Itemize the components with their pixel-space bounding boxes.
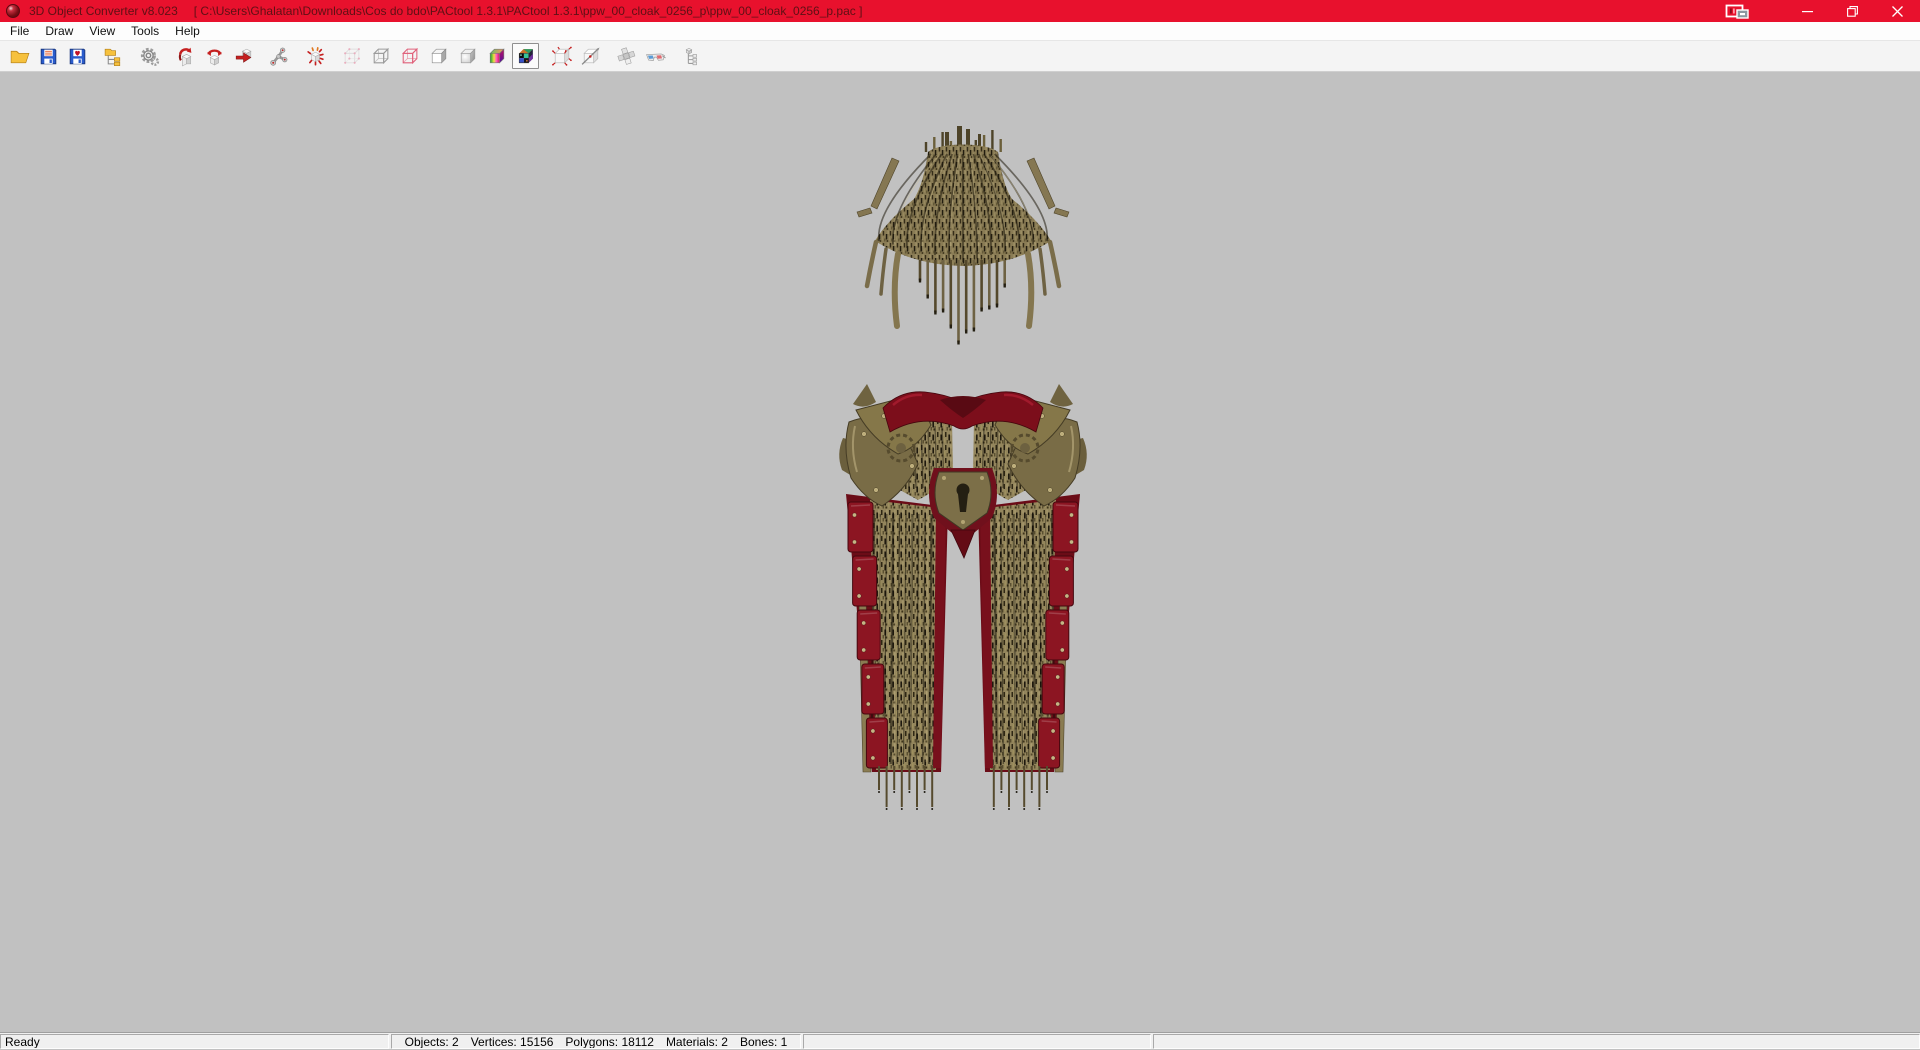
toolbar-show-axes-button[interactable] (577, 43, 604, 69)
unfolded-cube-icon (616, 46, 637, 67)
minimize-button[interactable] (1785, 0, 1830, 22)
flat-cube-icon (428, 46, 449, 67)
close-button[interactable] (1875, 0, 1920, 22)
menu-file[interactable]: File (2, 23, 37, 39)
menu-draw[interactable]: Draw (37, 23, 81, 39)
status-metric-polygons: Polygons: 18112 (565, 1035, 654, 1049)
smooth-cube-icon (457, 46, 478, 67)
toolbar-batch-convert-button[interactable] (100, 43, 127, 69)
toolbar-open-button[interactable] (6, 43, 33, 69)
toolbar-skeleton-button[interactable] (266, 43, 293, 69)
textured-cube-icon (515, 46, 536, 67)
menu-help[interactable]: Help (167, 23, 208, 39)
toolbar-show-normals-button[interactable] (548, 43, 575, 69)
menu-view[interactable]: View (81, 23, 123, 39)
titlebar: 3D Object Converter v8.023 [ C:\Users\Gh… (0, 0, 1920, 22)
status-panel-4 (1153, 1034, 1920, 1049)
toolbar-draw-flat-button[interactable] (425, 43, 452, 69)
gear-icon (139, 46, 160, 67)
open-folder-icon (9, 46, 30, 67)
save-icon (38, 46, 59, 67)
toolbar-mirror-object-button[interactable] (230, 43, 257, 69)
dotted-wire-cube-icon (341, 46, 362, 67)
rotate-arrow-icon (175, 46, 196, 67)
toolbar-settings-button[interactable] (136, 43, 163, 69)
rainbow-cube-icon (486, 46, 507, 67)
status-metric-objects: Objects: 2 (405, 1035, 459, 1049)
viewport-3d[interactable] (0, 72, 1920, 1032)
rotate-cube-icon (204, 46, 225, 67)
folder-tree-icon (103, 46, 124, 67)
model-object-upper (857, 126, 1069, 345)
status-metric-bones: Bones: 1 (740, 1035, 787, 1049)
app-icon (6, 4, 20, 18)
menubar: FileDrawViewToolsHelp (0, 22, 1920, 41)
wireframe-cube-icon (370, 46, 391, 67)
point-rays-cube-icon (305, 46, 326, 67)
toolbar-draw-point-mode-button[interactable] (338, 43, 365, 69)
restore-button[interactable] (1830, 0, 1875, 22)
toolbar-save-favorite-button[interactable] (64, 43, 91, 69)
axis-cube-icon (580, 46, 601, 67)
toolbar-draw-hidden-line-button[interactable] (396, 43, 423, 69)
toolbar-rotate-left-button[interactable] (172, 43, 199, 69)
status-metric-materials: Materials: 2 (666, 1035, 728, 1049)
toolbar-draw-vertex-color-button[interactable] (483, 43, 510, 69)
red-wireframe-cube-icon (399, 46, 420, 67)
status-metrics: Objects: 2 Vertices: 15156 Polygons: 18112… (391, 1034, 801, 1049)
save-favorite-icon (67, 46, 88, 67)
bones-icon (269, 46, 290, 67)
normals-cube-icon (551, 46, 572, 67)
toolbar-object-list-button[interactable] (678, 43, 705, 69)
status-metric-vertices: Vertices: 15156 (471, 1035, 554, 1049)
viewport-canvas[interactable] (0, 72, 1920, 1032)
model-object-lower (839, 384, 1087, 810)
glasses-3d-icon (645, 46, 666, 67)
window-title: 3D Object Converter v8.023 (29, 4, 178, 18)
display-indicator-icon (1715, 0, 1761, 22)
red-arrow-cube-icon (233, 46, 254, 67)
toolbar-anaglyph-button[interactable] (642, 43, 669, 69)
hierarchy-icon (681, 46, 702, 67)
toolbar-draw-wireframe-button[interactable] (367, 43, 394, 69)
window-title-filepath: [ C:\Users\Ghalatan\Downloads\Cos do bdo… (194, 4, 863, 18)
toolbar-draw-smooth-button[interactable] (454, 43, 481, 69)
toolbar-draw-textured-button[interactable] (512, 43, 539, 69)
toolbar (0, 41, 1920, 72)
toolbar-rotate-object-button[interactable] (201, 43, 228, 69)
toolbar-uv-unwrap-button[interactable] (613, 43, 640, 69)
toolbar-show-points-button[interactable] (302, 43, 329, 69)
menu-tools[interactable]: Tools (123, 23, 167, 39)
status-ready: Ready (0, 1034, 389, 1049)
toolbar-save-button[interactable] (35, 43, 62, 69)
statusbar: Ready Objects: 2 Vertices: 15156 Polygons:… (0, 1032, 1920, 1049)
status-panel-3 (803, 1034, 1151, 1049)
